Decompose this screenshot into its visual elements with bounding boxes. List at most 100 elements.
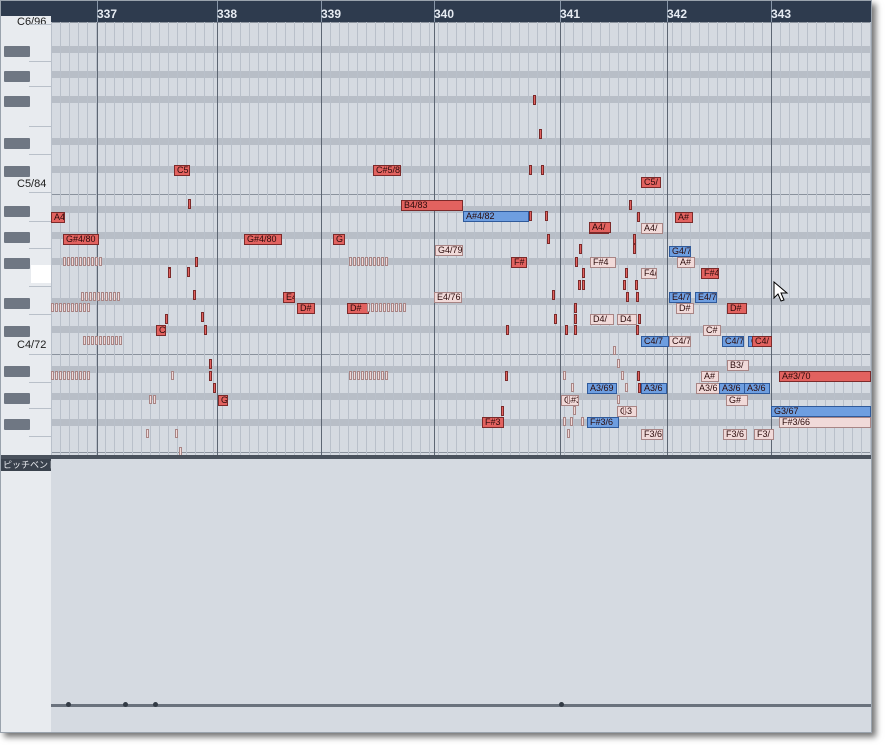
midi-note[interactable]: C [156,325,166,336]
midi-note[interactable]: A# [701,371,719,382]
midi-note[interactable] [625,268,628,278]
midi-note[interactable]: F#3/6 [587,417,619,428]
midi-note[interactable] [636,325,639,335]
midi-note[interactable]: G [333,234,345,245]
black-key[interactable] [4,138,30,149]
midi-note[interactable] [168,268,171,278]
midi-note[interactable] [574,314,577,324]
midi-note[interactable]: A3/69 [587,383,617,394]
midi-note[interactable] [539,129,542,139]
midi-note[interactable]: G4/79 [435,245,463,256]
midi-note[interactable]: A4/ [51,212,65,223]
midi-note[interactable] [547,234,550,244]
midi-note[interactable]: F3/6 [641,429,663,440]
midi-note[interactable] [209,359,212,369]
pitch-bend-point[interactable] [153,702,158,707]
midi-note[interactable]: D4 [617,314,637,325]
midi-note[interactable]: A3/6 [744,383,770,394]
midi-note[interactable]: C5/ [641,177,661,188]
midi-note[interactable]: C# [703,325,721,336]
midi-note[interactable]: G#4/80 [244,234,282,245]
pitch-bend-point[interactable] [123,702,128,707]
midi-note[interactable] [201,312,204,322]
midi-note[interactable]: F4/ [641,268,657,279]
highlighted-key[interactable] [31,265,51,283]
black-key[interactable] [4,232,30,243]
midi-note[interactable] [187,267,190,277]
midi-note[interactable]: F#4 [701,268,719,279]
midi-note[interactable]: C4/7 [722,336,744,347]
midi-note[interactable]: G3/67 [771,406,871,417]
midi-note[interactable]: G [218,395,228,406]
midi-note[interactable] [529,165,532,175]
midi-note[interactable]: F3/6 [723,429,747,440]
midi-note[interactable] [545,211,548,221]
midi-note[interactable]: F#3/66 [779,417,871,428]
midi-note[interactable] [638,314,641,324]
midi-note[interactable] [579,244,582,254]
midi-note[interactable] [578,280,581,290]
midi-note[interactable]: E4/76 [434,292,462,303]
black-key[interactable] [4,326,30,337]
midi-note[interactable]: E4/7 [669,292,691,303]
midi-note[interactable] [623,280,626,290]
midi-note[interactable] [204,325,207,335]
pitch-bend-point[interactable] [559,702,564,707]
midi-note[interactable]: G#3 [561,395,579,406]
pitch-bend-lane-label[interactable]: ピッチベンド [1,459,51,471]
midi-note[interactable]: D# [727,303,747,314]
midi-note[interactable] [635,280,638,290]
midi-note[interactable]: A4/ [589,222,611,233]
midi-note[interactable]: G#4/80 [63,234,99,245]
midi-note[interactable]: A3/6 [696,383,720,394]
midi-note[interactable]: A#3/70 [779,371,871,382]
midi-note[interactable]: C4/7 [669,336,691,347]
midi-note[interactable]: C4/ [752,336,772,347]
midi-note[interactable] [195,257,198,267]
midi-note[interactable]: B4/83 [401,200,463,211]
midi-note[interactable]: G4/7 [669,246,691,257]
midi-note[interactable]: C5 [174,165,190,176]
midi-note[interactable] [165,314,168,324]
note-grid[interactable]: A4/G#4/80C5G#4/80GC#5/8B4/83A#4/82A4E4D#… [51,22,871,455]
midi-note[interactable]: A3/6 [641,383,667,394]
midi-note[interactable]: D4/ [590,314,614,325]
midi-note[interactable]: B3/ [727,360,749,371]
midi-note[interactable] [506,325,509,335]
midi-note[interactable] [193,290,196,300]
midi-note[interactable]: D# [676,303,694,314]
midi-note[interactable] [638,383,641,393]
midi-note[interactable]: A# [675,212,693,223]
midi-note[interactable] [213,383,216,393]
midi-note[interactable]: D# [297,303,315,314]
pitch-bend-lane[interactable] [51,459,871,732]
midi-note[interactable] [552,290,555,300]
midi-note[interactable] [575,257,578,267]
black-key[interactable] [4,206,30,217]
midi-note[interactable] [636,292,639,302]
midi-note[interactable]: A3/6 [719,383,745,394]
midi-note[interactable] [574,303,577,313]
midi-note[interactable]: E4/7 [695,292,717,303]
midi-note[interactable] [505,371,508,381]
midi-note[interactable]: A4/ [641,223,663,234]
midi-note[interactable] [626,292,629,302]
midi-note[interactable]: G3 [617,406,637,417]
midi-note[interactable]: A#4/82 [463,211,529,222]
midi-note[interactable]: E4 [283,292,295,303]
midi-note[interactable] [529,211,532,221]
black-key[interactable] [4,419,30,430]
midi-note[interactable] [554,314,557,324]
midi-note[interactable]: C#5/8 [373,165,401,176]
black-key[interactable] [4,96,30,107]
midi-note[interactable] [633,234,636,244]
black-key[interactable] [4,46,30,57]
midi-note[interactable]: A# [677,257,695,268]
midi-note[interactable]: F# [511,257,527,268]
midi-note[interactable] [209,371,212,381]
midi-note[interactable] [582,280,585,290]
midi-note[interactable]: C4/7 [641,336,669,347]
midi-note[interactable] [637,371,640,381]
midi-note[interactable]: G# [726,395,748,406]
midi-note[interactable]: F#3 [482,417,504,428]
